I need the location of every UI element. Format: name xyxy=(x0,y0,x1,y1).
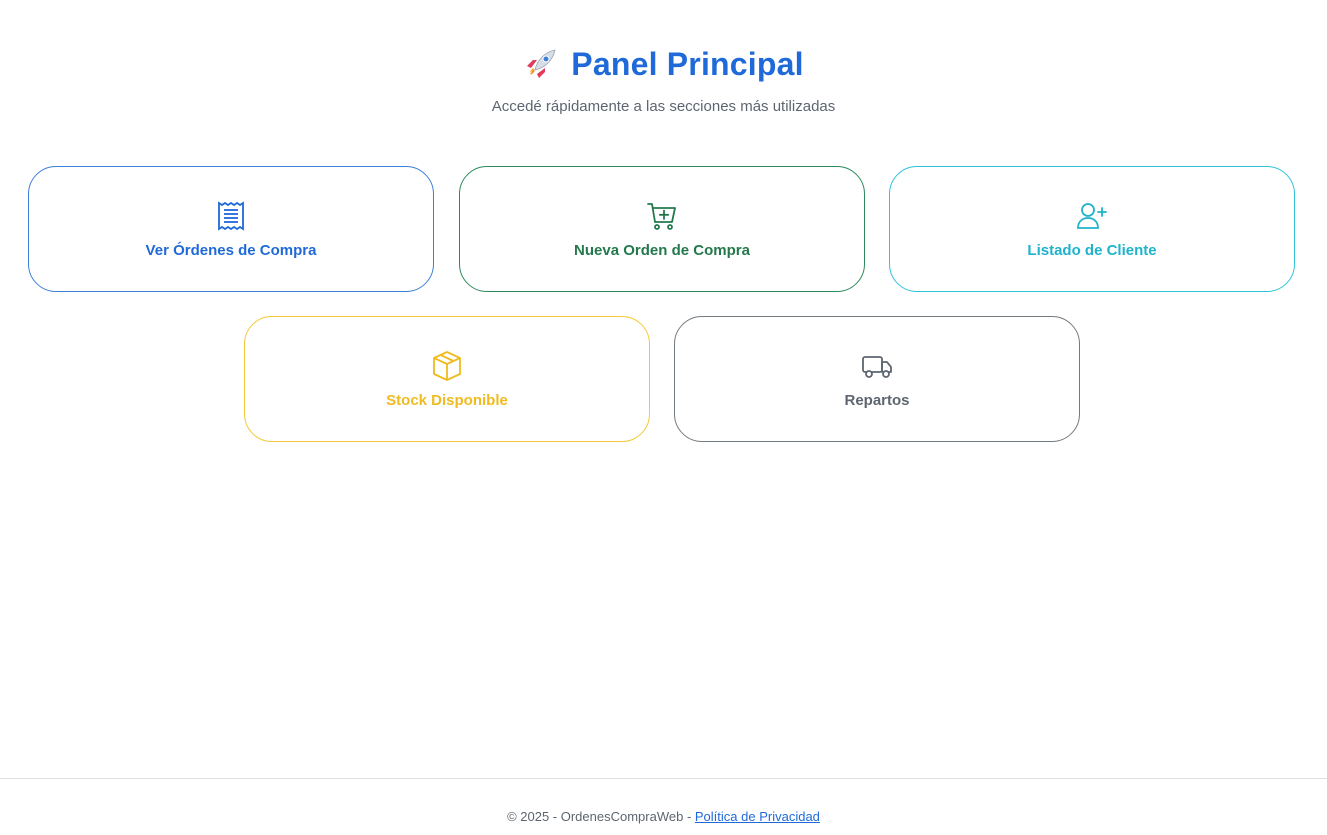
page-title: Panel Principal xyxy=(571,45,804,82)
repartos-card[interactable]: Repartos xyxy=(674,316,1080,442)
stock-disponible-card[interactable]: Stock Disponible xyxy=(244,316,650,442)
page-subtitle: Accedé rápidamente a las secciones más u… xyxy=(491,98,836,115)
card-label: Repartos xyxy=(844,391,910,409)
box-icon xyxy=(433,350,461,381)
receipt-icon xyxy=(218,200,244,231)
truck-icon xyxy=(862,355,892,378)
cart-plus-icon xyxy=(647,202,676,230)
listado-cliente-card[interactable]: Listado de Cliente xyxy=(889,166,1295,292)
card-label: Stock Disponible xyxy=(386,391,508,409)
title-row: Panel Principal xyxy=(0,40,1327,88)
footer-copyright: © 2025 - OrdenesCompraWeb - xyxy=(507,809,695,824)
footer: © 2025 - OrdenesCompraWeb - Política de … xyxy=(0,778,1327,835)
person-add-icon xyxy=(1077,202,1107,229)
privacy-policy-link[interactable]: Política de Privacidad xyxy=(695,809,820,824)
nueva-orden-compra-card[interactable]: Nueva Orden de Compra xyxy=(459,166,865,292)
page-header: Panel Principal Accedé rápidamente a las… xyxy=(0,40,1327,116)
card-label: Ver Órdenes de Compra xyxy=(145,241,317,259)
rocket-icon xyxy=(527,49,556,78)
card-label: Listado de Cliente xyxy=(1027,241,1157,259)
page: Panel Principal Accedé rápidamente a las… xyxy=(0,0,1327,835)
ver-ordenes-compra-card[interactable]: Ver Órdenes de Compra xyxy=(28,166,434,292)
card-label: Nueva Orden de Compra xyxy=(574,241,750,259)
